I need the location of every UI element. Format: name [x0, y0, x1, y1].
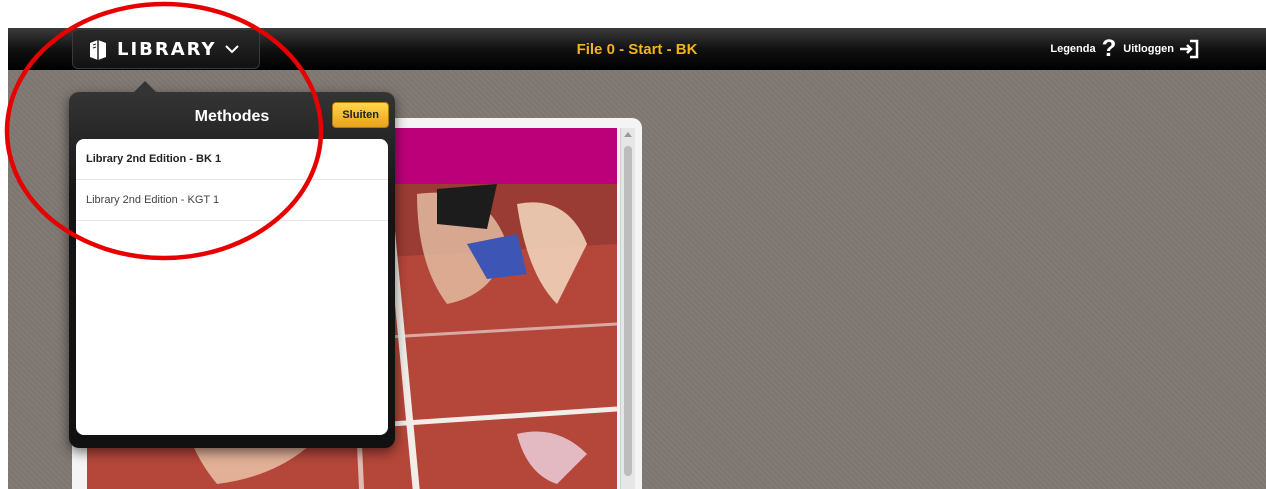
- legenda-button[interactable]: Legenda ?: [1050, 35, 1123, 62]
- top-right-nav: Legenda ? Uitloggen: [1050, 35, 1200, 62]
- logout-label: Uitloggen: [1123, 43, 1174, 55]
- method-item-bk1[interactable]: Library 2nd Edition - BK 1: [76, 139, 388, 180]
- top-bar: LIBRARY File 0 - Start - BK Legenda ? Ui…: [8, 28, 1266, 70]
- methods-popover: Methodes Sluiten Library 2nd Edition - B…: [69, 81, 395, 448]
- close-button[interactable]: Sluiten: [332, 102, 389, 128]
- vertical-scrollbar[interactable]: [620, 128, 635, 489]
- question-mark-icon: ?: [1101, 35, 1117, 62]
- methods-list: Library 2nd Edition - BK 1 Library 2nd E…: [76, 139, 388, 435]
- logout-icon: [1180, 39, 1199, 59]
- logout-button[interactable]: Uitloggen: [1123, 39, 1200, 59]
- app-window: LIBRARY File 0 - Start - BK Legenda ? Ui…: [8, 28, 1266, 489]
- legenda-label: Legenda: [1050, 43, 1096, 55]
- popover-arrow: [133, 81, 157, 93]
- method-item-kgt1[interactable]: Library 2nd Edition - KGT 1: [76, 180, 388, 221]
- scroll-up-icon[interactable]: [624, 132, 632, 137]
- scrollbar-thumb[interactable]: [624, 146, 632, 476]
